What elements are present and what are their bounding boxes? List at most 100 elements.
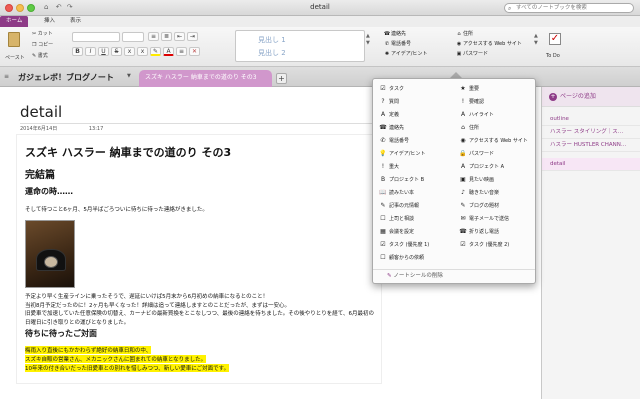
tag-item[interactable]: ☐ 上司と相談 <box>377 213 414 225</box>
tag-item[interactable]: ▣ 見たい映画 <box>457 174 494 186</box>
content-heading[interactable]: スズキ ハスラー 納車までの道のり その3 <box>25 144 231 160</box>
tag-label: 要確認 <box>469 99 485 105</box>
underline-button[interactable]: U <box>98 47 109 56</box>
superscript-button[interactable]: x <box>137 47 148 56</box>
tag-icon: A <box>380 111 386 118</box>
add-page-button[interactable]: + ページの追加 <box>542 87 640 107</box>
page-list-item[interactable]: ハスラー HUSTLER CHANN… <box>542 139 640 152</box>
tags-scroll[interactable]: ▲ ▼ <box>534 33 538 47</box>
telephone-photo[interactable] <box>25 220 75 288</box>
highlighted-line[interactable]: 梅雨入り直後にもかかわらず絶好の納車日和の中、 <box>25 346 152 354</box>
tag-item[interactable]: ☐ 顧客からの依頼 <box>377 252 424 264</box>
highlighted-line[interactable]: スズキ自販の営業さん、メカニックさんに囲まれての納車となりました。 <box>25 355 207 363</box>
paragraph-line[interactable]: そして待つこと6ヶ月、5月半ばごろついに待ちに待った連絡がきました。 <box>25 205 208 213</box>
font-name-select[interactable] <box>72 32 120 42</box>
ribbon-tag-phone[interactable]: ✆ 電話番号 <box>383 40 411 47</box>
numbered-list-button[interactable]: ≣ <box>161 32 172 41</box>
ribbon-tag-contact-label: 連絡先 <box>391 31 407 37</box>
style-heading1[interactable]: 見出し 1 <box>258 35 286 45</box>
tag-item[interactable]: ☎ 連絡先 <box>377 122 404 134</box>
page-title[interactable]: detail <box>20 103 62 121</box>
paste-label: ペースト <box>5 55 25 61</box>
tag-item[interactable]: ? 質問 <box>377 96 399 108</box>
styles-gallery[interactable]: 見出し 1 見出し 2 <box>235 30 365 62</box>
copy-button[interactable]: ❐ コピー <box>32 41 53 48</box>
remove-tags-button[interactable]: ✎ ノートシールの削除 <box>373 269 535 283</box>
strikethrough-button[interactable]: S <box>111 47 122 56</box>
section-tab[interactable]: スズキ ハスラー 納車までの道のり その3 <box>139 70 272 87</box>
page-list-item[interactable]: outline <box>542 113 640 126</box>
ribbon-tag-address[interactable]: ⌂ 住所 <box>455 30 473 37</box>
remove-tags-label: ノートシールの削除 <box>393 273 443 279</box>
styles-scroll[interactable]: ▲ ▼ <box>366 33 370 47</box>
tag-item[interactable]: ! 重大 <box>377 161 399 173</box>
format-painter-button[interactable]: ✎ 書式 <box>32 52 48 59</box>
paragraph-line[interactable]: 旧愛車で加速していた任意保険の切替え、カーナビの最新買換をとこなしつつ、最後の連… <box>25 310 375 328</box>
bullet-list-button[interactable]: ≡ <box>148 32 159 41</box>
ribbon-tag-website[interactable]: ◉ アクセスする Web サイト <box>455 40 522 47</box>
section-heading-2[interactable]: 待ちに待ったご対面 <box>25 328 97 339</box>
subscript-button[interactable]: x <box>124 47 135 56</box>
format-label: 書式 <box>37 53 48 59</box>
tag-icon: ▦ <box>380 228 386 235</box>
paste-button[interactable]: ペースト <box>3 30 29 64</box>
ribbon-tag-contact[interactable]: ☎連絡先 <box>383 30 406 37</box>
tag-item[interactable]: ⌂ 住所 <box>457 122 479 134</box>
tag-item[interactable]: A プロジェクト A <box>457 161 504 173</box>
todo-button[interactable]: ✓ To Do <box>546 31 566 63</box>
tag-item[interactable]: A ハイライト <box>457 109 494 121</box>
search-input[interactable]: ⌕ すべてのノートブックを検索 <box>504 3 634 13</box>
tag-item[interactable]: ☑ タスク <box>377 83 404 95</box>
notebook-name[interactable]: ガジェレボ！ブログノート <box>18 72 114 83</box>
content-subheading[interactable]: 完結篇 <box>25 166 55 181</box>
tag-item[interactable]: 💡 アイデア/ヒント <box>377 148 425 160</box>
notebooks-toggle-icon[interactable]: ≡ <box>4 73 9 80</box>
highlighted-line[interactable]: 10年来の付き合いだった旧愛車との別れを惜しみつつ、新しい愛車にご対面です。 <box>25 364 230 372</box>
align-button[interactable]: ≡ <box>176 47 187 56</box>
note-container[interactable]: スズキ ハスラー 納車までの道のり その3 完結篇 運命の時…… そして待つこと… <box>16 134 382 384</box>
outdent-button[interactable]: ⇤ <box>174 32 185 41</box>
italic-button[interactable]: I <box>85 47 96 56</box>
bold-button[interactable]: B <box>72 47 83 56</box>
tag-item[interactable]: ✆ 電話番号 <box>377 135 409 147</box>
tag-item[interactable]: A 定義 <box>377 109 399 121</box>
tag-item[interactable]: ♪ 聴きたい音楽 <box>457 187 499 199</box>
tag-item[interactable]: B プロジェクト B <box>377 174 424 186</box>
tag-item[interactable]: ▦ 会議を設定 <box>377 226 414 238</box>
cut-button[interactable]: ✂ カット <box>32 30 53 37</box>
highlight-color-button[interactable]: ✎ <box>150 47 161 56</box>
ribbon-tag-idea[interactable]: ✺ アイデア/ヒント <box>383 50 428 57</box>
tag-item[interactable]: 📖 読みたい本 <box>377 187 414 199</box>
font-color-button[interactable]: A <box>163 47 174 56</box>
tag-item[interactable]: ✎ 記事の元情報 <box>377 200 419 212</box>
paragraph-line[interactable]: 当初8月予定だったのに！2ヶ月も早くなった！詳細は追って連絡しますとのことだった… <box>25 301 290 309</box>
section-heading-1[interactable]: 運命の時…… <box>25 186 73 197</box>
add-section-button[interactable]: + <box>276 73 287 84</box>
ribbon: ペースト ✂ カット ❐ コピー ✎ 書式 ≡ ≣ ⇤ ⇥ B I U S x … <box>0 27 640 67</box>
tag-item[interactable]: ☑ タスク (優先度 1) <box>377 239 429 251</box>
tag-item[interactable]: ★ 重要 <box>457 83 479 95</box>
clear-format-button[interactable]: ✕ <box>189 47 200 56</box>
tag-item[interactable]: 🔒 パスワード <box>457 148 494 160</box>
tag-label: 定義 <box>389 112 400 118</box>
tag-item[interactable]: ✎ ブログの題材 <box>457 200 499 212</box>
tag-label: 聴きたい音楽 <box>469 190 500 196</box>
tab-view[interactable]: 表示 <box>64 16 87 27</box>
ribbon-tag-password[interactable]: ▣ パスワード <box>455 50 488 57</box>
style-heading2[interactable]: 見出し 2 <box>258 48 286 58</box>
indent-button[interactable]: ⇥ <box>187 32 198 41</box>
plus-icon: + <box>549 93 557 101</box>
page-list-item[interactable]: ハスラー スタイリング｜ス… <box>542 126 640 139</box>
tag-item[interactable]: ☎ 折り返し電話 <box>457 226 499 238</box>
tag-item[interactable]: ✉ 電子メールで送信 <box>457 213 509 225</box>
font-size-select[interactable] <box>122 32 144 42</box>
tag-icon: ◉ <box>460 137 466 144</box>
tag-item[interactable]: ! 要確認 <box>457 96 484 108</box>
notebook-dropdown-icon[interactable]: ▼ <box>127 73 131 79</box>
tag-item[interactable]: ◉ アクセスする Web サイト <box>457 135 527 147</box>
tab-insert[interactable]: 挿入 <box>38 16 61 27</box>
paragraph-line[interactable]: 予定より早く生産ラインに乗ったそうで、遅延にいけば5月末から6月初めの納車になる… <box>25 292 268 300</box>
tag-item[interactable]: ☑ タスク (優先度 2) <box>457 239 509 251</box>
tab-home[interactable]: ホーム <box>0 16 29 27</box>
page-list-item-selected[interactable]: detail <box>542 158 640 171</box>
